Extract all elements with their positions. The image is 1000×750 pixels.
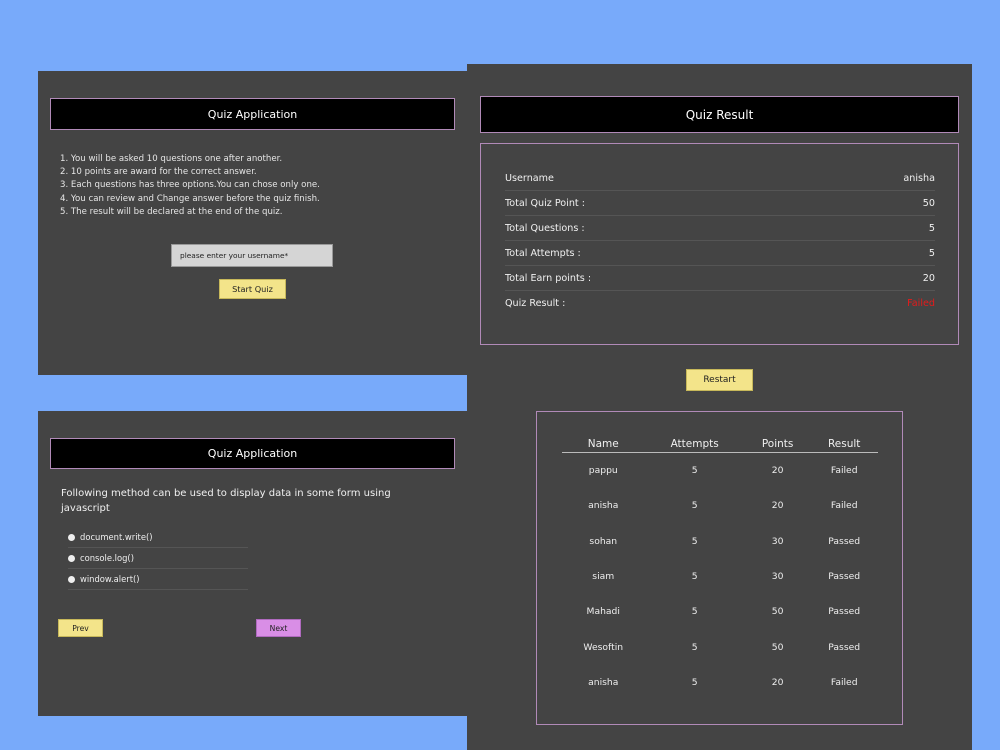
result-screen-title: Quiz Result [480,96,959,133]
summary-row: Total Earn points : 20 [505,266,935,291]
table-cell: anisha [588,676,619,688]
result-screen-panel: Quiz Result Username anisha Total Quiz P… [467,64,972,750]
table-cell: Passed [828,535,861,547]
summary-row: Quiz Result : Failed [505,291,935,316]
table-cell: 20 [771,465,784,477]
table-cell: Failed [830,676,858,688]
column-header: Name [562,436,645,453]
radio-icon[interactable] [68,533,75,541]
summary-row: Total Attempts : 5 [505,241,935,266]
answer-option[interactable]: console.log() [68,548,248,569]
summary-label: Total Earn points : [505,272,592,284]
summary-label: Total Attempts : [505,247,581,259]
leaderboard-box: Name Attempts Points Result pappu 5 20 F… [536,411,903,725]
quiz-result-value: Failed [907,298,935,309]
summary-value: anisha [903,172,935,184]
table-row: siam 5 30 Passed [562,559,878,594]
table-cell: 5 [691,571,698,583]
summary-row: Total Questions : 5 [505,216,935,241]
question-screen-panel: Quiz Application Following method can be… [38,411,468,716]
answer-option[interactable]: document.write() [68,527,248,548]
question-text: Following method can be used to display … [61,488,391,514]
summary-row: Username anisha [505,166,935,191]
column-header: Attempts [644,436,745,453]
table-cell: Mahadi [586,606,620,618]
table-cell: pappu [588,465,618,477]
column-header: Points [744,436,811,453]
next-button[interactable]: Next [256,619,301,637]
summary-value: 50 [922,197,935,209]
table-cell: 5 [691,606,698,618]
table-cell: 5 [691,641,698,653]
rules-list: 1. You will be asked 10 questions one af… [60,153,320,219]
table-cell: 20 [771,676,784,688]
table-cell: siam [592,571,615,583]
answer-option[interactable]: window.alert() [68,569,248,590]
table-cell: 5 [691,500,698,512]
table-row: pappu 5 20 Failed [562,453,878,489]
summary-value: 5 [928,222,935,234]
table-cell: 5 [691,676,698,688]
table-row: anisha 5 20 Failed [562,665,878,700]
summary-label: Total Questions : [505,222,585,234]
summary-label: Quiz Result : [505,298,566,309]
summary-row: Total Quiz Point : 50 [505,191,935,216]
start-quiz-button[interactable]: Start Quiz [219,279,286,299]
table-cell: 5 [691,535,698,547]
table-cell: Wesoftin [583,641,624,653]
table-header-row: Name Attempts Points Result [562,436,878,453]
summary-label: Username [505,172,554,184]
summary-label: Total Quiz Point : [505,197,585,209]
result-summary: Username anisha Total Quiz Point : 50 To… [480,143,959,345]
restart-button[interactable]: Restart [686,369,753,391]
summary-value: 20 [922,272,935,284]
rule-item: 4. You can review and Change answer befo… [60,193,320,204]
rule-item: 1. You will be asked 10 questions one af… [60,154,283,164]
username-input[interactable] [171,244,333,267]
prev-button[interactable]: Prev [58,619,103,637]
summary-value: 5 [928,247,935,259]
option-label: document.write() [80,532,153,542]
column-header: Result [810,436,878,453]
table-cell: 50 [771,606,784,618]
rule-item: 2. 10 points are award for the correct a… [60,167,257,178]
table-cell: 5 [691,465,698,477]
rule-item: 5. The result will be declared at the en… [60,206,283,217]
table-cell: sohan [589,535,618,547]
radio-icon[interactable] [68,575,75,583]
start-screen-panel: Quiz Application 1. You will be asked 10… [38,71,468,375]
table-cell: Failed [830,465,858,477]
table-cell: Passed [828,641,861,653]
table-cell: Passed [828,606,861,618]
radio-icon[interactable] [68,554,75,562]
table-cell: 30 [771,571,784,583]
table-cell: Passed [828,571,861,583]
table-row: Mahadi 5 50 Passed [562,594,878,629]
option-label: console.log() [80,553,134,563]
table-row: Wesoftin 5 50 Passed [562,629,878,664]
table-cell: 50 [771,641,784,653]
table-row: anisha 5 20 Failed [562,488,878,523]
leaderboard-table: Name Attempts Points Result pappu 5 20 F… [562,436,878,700]
rule-item: 3. Each questions has three options.You … [60,180,320,191]
table-cell: Failed [830,500,858,512]
question-screen-title: Quiz Application [50,438,455,469]
table-row: sohan 5 30 Passed [562,524,878,559]
start-screen-title: Quiz Application [50,98,455,130]
table-cell: anisha [588,500,619,512]
table-cell: 30 [771,535,784,547]
option-label: window.alert() [80,574,140,584]
table-cell: 20 [771,500,784,512]
